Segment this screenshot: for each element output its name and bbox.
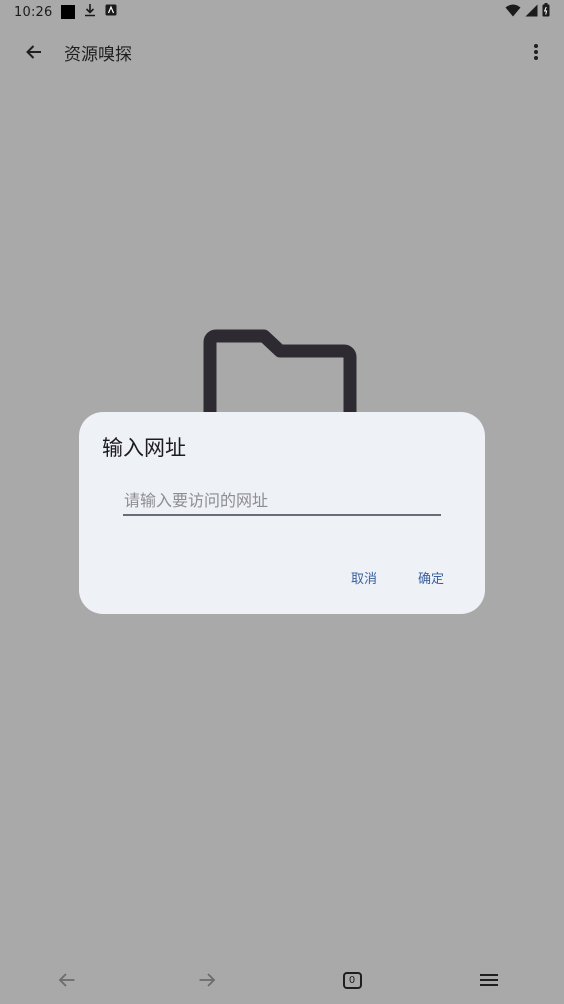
menu-icon [480, 974, 498, 986]
tab-count: 0 [348, 974, 356, 986]
back-arrow-icon [58, 973, 75, 987]
nav-back-button[interactable] [55, 968, 79, 992]
status-right [505, 3, 550, 21]
url-input-dialog: 输入网址 取消 确定 [79, 412, 485, 614]
status-time: 10:26 [14, 4, 53, 20]
page-title: 资源嗅探 [64, 45, 132, 65]
tabs-button[interactable]: 0 [340, 968, 364, 992]
back-button[interactable] [20, 38, 48, 66]
folder-icon [203, 329, 357, 416]
back-arrow-icon [26, 45, 41, 59]
cancel-button[interactable]: 取消 [351, 568, 377, 587]
signal-icon [525, 4, 538, 21]
keyboard-icon [105, 4, 117, 20]
battery-icon [542, 3, 550, 21]
confirm-button[interactable]: 确定 [418, 568, 444, 587]
tabs-icon: 0 [342, 971, 362, 989]
menu-button[interactable] [477, 968, 501, 992]
wifi-icon [505, 4, 521, 21]
dialog-title: 输入网址 [102, 436, 186, 460]
nav-forward-button[interactable] [195, 968, 219, 992]
more-vert-icon [534, 44, 538, 60]
status-bar: 10:26 [0, 0, 564, 24]
download-icon [84, 3, 96, 21]
forward-arrow-icon [199, 973, 216, 987]
app-square-icon [61, 5, 76, 19]
more-options-button[interactable] [526, 38, 546, 66]
status-left: 10:26 [14, 3, 117, 21]
app-bar: 资源嗅探 [0, 26, 564, 78]
url-input[interactable] [123, 486, 441, 516]
bottom-nav: 0 [0, 960, 564, 1000]
